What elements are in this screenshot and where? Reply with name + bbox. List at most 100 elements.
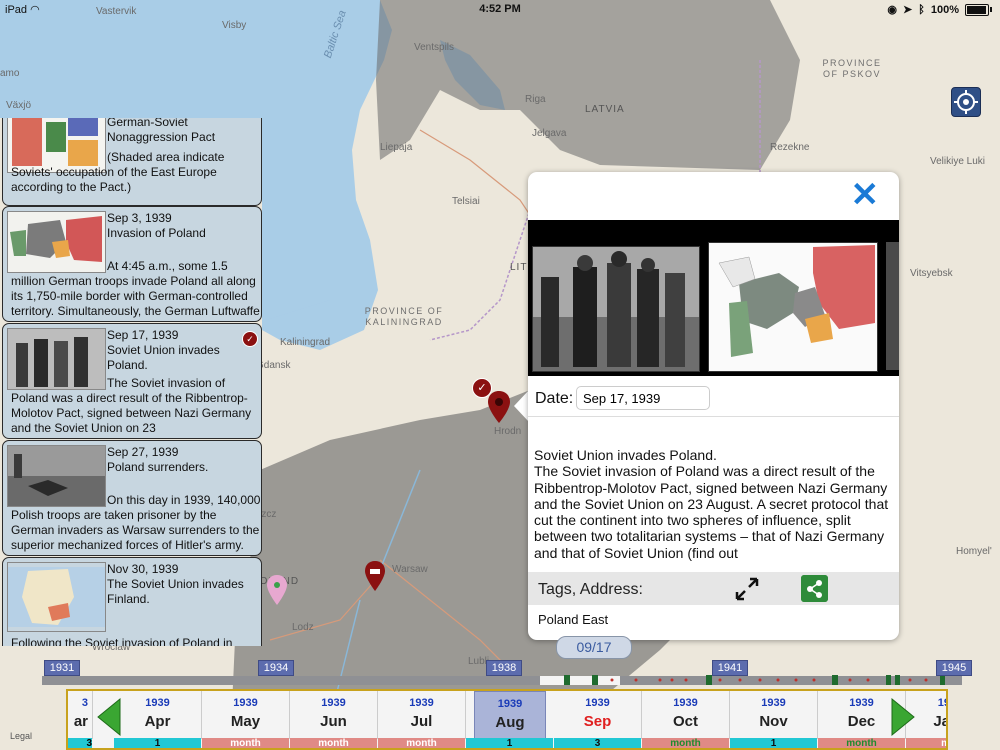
place-label: Liepaja (380, 142, 413, 153)
place-label: Växjö (6, 100, 32, 111)
year-tag[interactable]: 1934 (258, 660, 294, 676)
event-card[interactable]: Nov 30, 1939 The Soviet Union invades Fi… (2, 557, 262, 646)
month-cell-oct[interactable]: 1939 Oct (642, 691, 730, 739)
map-pin-icon[interactable] (364, 560, 386, 592)
month-cell-may[interactable]: 1939 May (202, 691, 290, 739)
event-list[interactable]: German-Soviet Nonaggression Pact (Shaded… (0, 118, 264, 646)
share-icon[interactable] (801, 575, 828, 602)
event-card[interactable]: Sep 27, 1939 Poland surrenders. On this … (2, 440, 262, 556)
event-title: Invasion of Poland (107, 226, 206, 240)
gallery-photo[interactable] (532, 246, 700, 372)
tags-row: Tags, Address: (528, 572, 899, 605)
month-count: 1 (466, 738, 553, 748)
month-cell-partial[interactable]: 3 ar (68, 691, 93, 739)
month-cell-nov[interactable]: 1939 Nov (730, 691, 818, 739)
place-label: Visby (222, 20, 247, 31)
image-gallery[interactable] (528, 220, 899, 376)
month-count: month (642, 738, 729, 748)
event-date: Sep 17, 1939 (107, 328, 179, 342)
event-title: Soviet Union invades Poland. (107, 343, 220, 372)
month-count: m (906, 738, 946, 748)
prev-month-arrow-icon[interactable] (96, 697, 122, 737)
month-count: month (378, 738, 465, 748)
expand-icon[interactable] (733, 575, 761, 603)
event-description: At 4:45 a.m., some 1.5 million German tr… (11, 259, 260, 318)
place-label: Jelgava (532, 128, 567, 139)
month-count: month (290, 738, 377, 748)
year-tag[interactable]: 1941 (712, 660, 748, 676)
date-row: Date: (528, 376, 899, 417)
month-count: month (202, 738, 289, 748)
event-title: Poland surrenders. (107, 460, 209, 474)
month-count: 3 (68, 738, 92, 748)
clock: 4:52 PM (479, 3, 521, 15)
place-label: LATVIA (585, 104, 625, 115)
map-pin-icon[interactable] (266, 574, 288, 606)
month-cell-jun[interactable]: 1939 Jun (290, 691, 378, 739)
month-count: 1 (114, 738, 201, 748)
legal-link[interactable]: Legal (10, 731, 32, 741)
year-tag[interactable]: 1938 (486, 660, 522, 676)
popup-pointer (514, 390, 529, 422)
battery-icon (965, 3, 989, 16)
event-card[interactable]: German-Soviet Nonaggression Pact (Shaded… (2, 118, 262, 206)
place-label: Rezekne (770, 142, 810, 153)
checked-icon[interactable]: ✓ (242, 331, 258, 347)
event-description: On this day in 1939, 140,000 Polish troo… (11, 493, 261, 555)
place-label: Warsaw (392, 564, 428, 575)
event-description: Following the Soviet invasion of Poland … (11, 636, 233, 646)
month-cell-jul[interactable]: 1939 Jul (378, 691, 466, 739)
event-description: (Shaded area indicate Soviets' occupatio… (11, 150, 225, 194)
description-body: Soviet Union invades Poland. The Soviet … (534, 447, 889, 561)
event-thumbnail (7, 562, 106, 632)
event-description: The Soviet invasion of Poland was a dire… (11, 376, 252, 435)
tags-label: Tags, Address: (538, 581, 643, 598)
location-icon: ➤ (903, 4, 913, 16)
event-card[interactable]: Sep 3, 1939 Invasion of Poland At 4:45 a… (2, 206, 262, 322)
event-date: Sep 3, 1939 (107, 211, 172, 225)
place-label: Riga (525, 94, 546, 105)
place-label: Ventspils (414, 42, 455, 53)
place-label: Kaliningrad (280, 337, 331, 348)
month-strip[interactable]: 3 ar 3 1939 Apr 1 1939 May month 1939 Ju… (66, 689, 948, 750)
event-date: Sep 27, 1939 (107, 445, 179, 459)
next-month-arrow-icon[interactable] (890, 697, 916, 737)
month-count: month (818, 738, 905, 748)
check-marker-icon[interactable]: ✓ (472, 378, 492, 398)
status-bar: iPad ◠ 4:52 PM ◉ ➤ ᛒ 100% (0, 0, 1000, 20)
year-bar[interactable]: 1931 1934 1938 1941 1945 (42, 660, 972, 678)
month-cell-sep[interactable]: 1939 Sep (554, 691, 642, 739)
close-icon[interactable]: ✕ (851, 178, 880, 212)
gallery-map[interactable] (708, 242, 878, 372)
tags-value: Poland East (538, 612, 609, 627)
date-input[interactable] (576, 386, 710, 410)
event-card[interactable]: Sep 17, 1939 Soviet Union invades Poland… (2, 323, 262, 439)
place-label: amo (0, 68, 20, 79)
status-right: ◉ ➤ ᛒ 100% (887, 3, 992, 16)
month-cell-aug[interactable]: 1939 Aug (474, 691, 546, 741)
place-label: Lodz (292, 622, 314, 633)
month-cell-apr[interactable]: 1939 Apr (114, 691, 202, 739)
event-detail-popup: ✕ Date: Soviet Union invades (528, 172, 899, 640)
lock-rotation-icon: ◉ (887, 4, 898, 16)
battery-percent: 100% (930, 3, 959, 16)
map-pin-icon[interactable] (486, 390, 512, 424)
gallery-photo-partial[interactable] (886, 242, 899, 370)
province-label: PROVINCE OF KALININGRAD (364, 306, 444, 327)
month-count: 3 (554, 738, 641, 748)
place-label: Hrodn (494, 426, 522, 437)
place-label: Homyel' (956, 546, 992, 557)
place-label: Telsiai (452, 196, 480, 207)
place-label: Velikiye Luki (930, 156, 986, 167)
year-tag[interactable]: 1945 (936, 660, 972, 676)
place-label: Vitsyebsk (910, 268, 953, 279)
event-title: The Soviet Union invades Finland. (107, 577, 244, 606)
place-label: LIT (510, 262, 528, 273)
event-title: German-Soviet Nonaggression Pact (107, 118, 216, 144)
locate-icon[interactable] (951, 87, 981, 117)
event-description-text[interactable]: Soviet Union invades Poland. The Soviet … (534, 447, 894, 563)
current-date-chip[interactable]: 09/17 (556, 636, 632, 659)
bluetooth-icon: ᛒ (918, 3, 925, 16)
date-label: Date: (535, 390, 574, 407)
year-tag[interactable]: 1931 (44, 660, 80, 676)
